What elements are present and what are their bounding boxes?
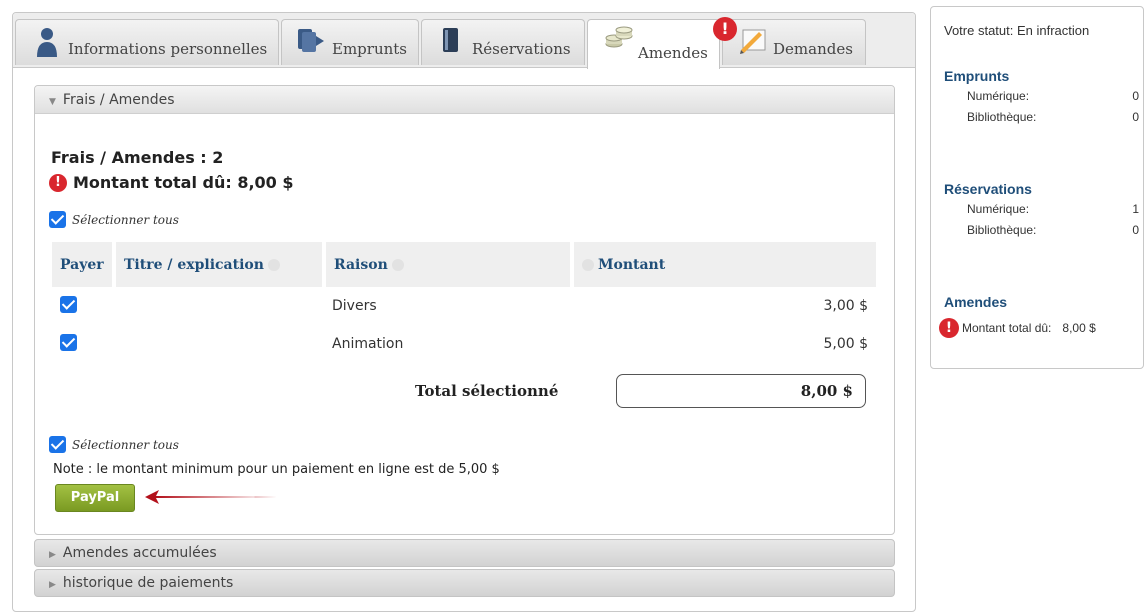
pay-cell: [52, 325, 114, 363]
loans-library-row: Bibliothèque: 0: [967, 110, 1139, 124]
minimum-payment-note: Note : le montant minimum pour un paieme…: [53, 462, 500, 477]
tab-label: Demandes: [773, 40, 853, 58]
sort-icon: [267, 258, 280, 271]
exclamation-icon: !: [939, 318, 959, 338]
fines-alert-badge: !: [713, 17, 737, 41]
triangle-right-icon: ▶: [49, 550, 56, 560]
title-cell: [114, 325, 324, 363]
col-amount[interactable]: Montant: [572, 242, 876, 287]
triangle-down-icon: ▼: [49, 97, 56, 107]
amount-cell: 3,00 $: [823, 298, 868, 314]
fees-section-header[interactable]: ▼ Frais / Amendes: [35, 86, 894, 114]
select-all-bottom[interactable]: Sélectionner tous: [49, 436, 179, 453]
title-cell: [114, 287, 324, 325]
status-panel: Votre statut: En infraction Emprunts Num…: [930, 6, 1144, 369]
tab-label: Réservations: [472, 40, 571, 58]
table-row: Animation 5,00 $: [52, 325, 876, 363]
fines-total-value: 8,00 $: [1062, 321, 1096, 335]
tab-personal-info[interactable]: Informations personnelles: [15, 19, 279, 65]
fees-section: ▼ Frais / Amendes Frais / Amendes : 2 ! M…: [34, 85, 895, 535]
tab-label: Informations personnelles: [68, 40, 268, 58]
row-checkbox[interactable]: [60, 333, 77, 351]
reason-cell: Animation: [332, 336, 404, 352]
select-all-checkbox[interactable]: [49, 211, 66, 228]
fees-count-heading: Frais / Amendes : 2: [51, 148, 224, 167]
section-title: Amendes accumulées: [62, 545, 217, 561]
triangle-right-icon: ▶: [49, 580, 56, 590]
fines-heading: Amendes: [944, 294, 1008, 310]
col-pay: Payer: [52, 242, 116, 287]
payment-history-section[interactable]: ▶ historique de paiements: [34, 569, 895, 597]
fines-total-row: ! Montant total dû: 8,00 $: [939, 318, 1141, 338]
pencil-icon: [739, 26, 769, 58]
book-icon: [440, 26, 462, 60]
books-icon: [296, 26, 326, 58]
tab-requests[interactable]: Demandes: [722, 19, 866, 65]
fees-table: Payer Titre / explication Raison Montant…: [52, 242, 876, 363]
reservations-digital-row: Numérique: 1: [967, 202, 1139, 216]
fines-total-label: Montant total dû:: [962, 321, 1052, 335]
tab-loans[interactable]: Emprunts: [281, 19, 419, 65]
loans-digital-row: Numérique: 0: [967, 89, 1139, 103]
tab-label: Amendes: [638, 44, 708, 62]
total-due: ! Montant total dû: 8,00 $: [49, 173, 294, 192]
sort-icon: [582, 258, 594, 271]
total-selected-label: Total sélectionné: [415, 382, 559, 400]
col-reason[interactable]: Raison: [324, 242, 574, 287]
fees-section-title: Frais / Amendes: [62, 92, 175, 108]
row-checkbox[interactable]: [60, 295, 77, 313]
select-all-top[interactable]: Sélectionner tous: [49, 211, 179, 228]
pay-cell: [52, 287, 114, 325]
amount-cell: 5,00 $: [823, 336, 868, 352]
section-title: historique de paiements: [62, 575, 234, 591]
reservations-heading: Réservations: [944, 181, 1032, 197]
coins-icon: [604, 26, 634, 58]
tab-fines[interactable]: Amendes: [587, 19, 720, 69]
total-selected-field: 8,00 $: [616, 374, 866, 408]
total-due-text: Montant total dû: 8,00 $: [73, 173, 294, 192]
arrow-left-icon: [145, 490, 277, 504]
select-all-label: Sélectionner tous: [72, 437, 179, 452]
person-icon: [36, 26, 58, 62]
table-row: Divers 3,00 $: [52, 287, 876, 325]
col-title[interactable]: Titre / explication: [114, 242, 326, 287]
tab-label: Emprunts: [332, 40, 407, 58]
loans-heading: Emprunts: [944, 68, 1010, 84]
tab-bar: Informations personnelles Emprunts Réser…: [13, 13, 915, 69]
exclamation-icon: !: [49, 173, 67, 192]
reason-cell: Divers: [332, 298, 377, 314]
account-panel: Informations personnelles Emprunts Réser…: [12, 12, 916, 612]
paypal-button[interactable]: PayPal: [55, 484, 135, 512]
reservations-library-row: Bibliothèque: 0: [967, 223, 1139, 237]
select-all-label: Sélectionner tous: [72, 212, 179, 227]
table-header-row: Payer Titre / explication Raison Montant: [52, 242, 876, 287]
select-all-checkbox[interactable]: [49, 436, 66, 453]
account-status: Votre statut: En infraction: [944, 23, 1090, 38]
tab-reservations[interactable]: Réservations: [421, 19, 585, 65]
accumulated-fines-section[interactable]: ▶ Amendes accumulées: [34, 539, 895, 567]
sort-icon: [391, 258, 404, 271]
